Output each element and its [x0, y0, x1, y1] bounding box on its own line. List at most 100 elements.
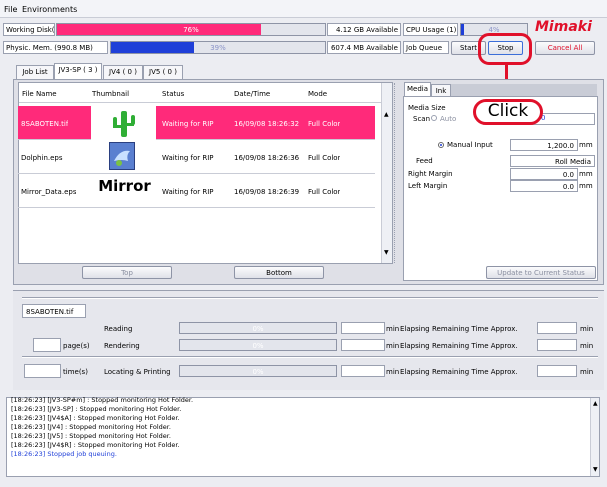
locating-min2-label: min — [580, 368, 594, 376]
left-margin-value[interactable]: 0.0 — [510, 180, 578, 192]
auto-radio[interactable] — [431, 115, 437, 121]
manual-input-label: Manual Input — [447, 141, 493, 149]
physical-memory-bar: 39% — [110, 41, 326, 54]
row-datetime: 16/09/08 18:26:36 — [234, 154, 300, 162]
row-mode: Full Color — [308, 120, 341, 128]
log-scroll-down-icon[interactable]: ▼ — [593, 466, 598, 473]
rendering-label: Rendering — [104, 342, 140, 350]
feed-value[interactable]: Roll Media — [510, 155, 595, 167]
row-status: Waiting for RIP — [162, 188, 214, 196]
row-file: Mirror_Data.eps — [21, 188, 77, 196]
header-datetime[interactable]: Date/Time — [234, 90, 270, 98]
locating-elapsing-label: Elapsing — [400, 368, 430, 376]
header-status[interactable]: Status — [162, 90, 184, 98]
locating-percent: 0% — [252, 368, 264, 376]
row-mode: Full Color — [308, 154, 341, 162]
rendering-progress: 0% — [179, 339, 337, 351]
update-current-status-button[interactable]: Update to Current Status — [486, 266, 596, 279]
log-line: [18:26:23] [JV3-SP#m] : Stopped monitori… — [11, 396, 194, 404]
locating-printing-label: Locating & Printing — [104, 368, 171, 376]
log-line: [18:26:23] [JV4$R] : Stopped monitoring … — [11, 441, 180, 449]
menu-file[interactable]: File — [4, 5, 17, 14]
table-scrollbar[interactable]: ▲ ▼ — [381, 83, 392, 263]
menu-bar: File Environments — [0, 0, 607, 18]
bottom-button[interactable]: Bottom — [234, 266, 324, 279]
reading-min2-label: min — [580, 325, 594, 333]
cpu-usage-label: CPU Usage (1) — [403, 23, 458, 36]
reading-elapsed-field — [341, 322, 385, 334]
times-unit: time(s) — [63, 368, 88, 376]
reading-min-label: min — [386, 325, 400, 333]
tab-ink[interactable]: Ink — [431, 84, 451, 96]
manual-input-radio[interactable] — [438, 142, 444, 148]
log-line: [18:26:23] [JV4] : Stopped monitoring Ho… — [11, 423, 171, 431]
reading-progress: 0% — [179, 322, 337, 334]
tab-media[interactable]: Media — [404, 82, 431, 96]
log-scroll-up-icon[interactable]: ▲ — [593, 400, 598, 407]
menu-environments[interactable]: Environments — [22, 5, 77, 14]
progress-file-name: 8SABOTEN.tif — [22, 304, 86, 318]
app-window: File Environments Working Disk(C:) 76% 4… — [0, 0, 607, 487]
header-file-name[interactable]: File Name — [22, 90, 57, 98]
scroll-down-icon[interactable]: ▼ — [384, 249, 389, 256]
tab-jv4[interactable]: JV4 ( 0 ) — [103, 65, 143, 79]
working-disk-percent: 76% — [183, 26, 199, 34]
reading-elapsing-label: Elapsing — [400, 325, 430, 333]
physical-memory-percent: 39% — [210, 44, 226, 52]
right-margin-unit: mm — [579, 170, 593, 178]
rendering-remaining-field — [537, 339, 577, 351]
scroll-up-icon[interactable]: ▲ — [384, 111, 389, 118]
right-margin-label: Right Margin — [408, 170, 453, 178]
left-margin-unit: mm — [579, 182, 593, 190]
working-disk-bar: 76% — [56, 23, 326, 36]
working-disk-available: 4.12 GB Available — [327, 23, 401, 36]
header-mode[interactable]: Mode — [308, 90, 327, 98]
click-callout: Click — [473, 99, 543, 125]
reading-remaining-label: Remaining Time Approx. — [432, 325, 518, 333]
row-file: 8SABOTEN.tif — [21, 120, 69, 128]
auto-label: Auto — [440, 115, 457, 123]
log-line: [18:26:23] [JV3-SP] : Stopped monitoring… — [11, 405, 182, 413]
mimaki-logo: Mimaki — [535, 19, 592, 35]
reading-remaining-field — [537, 322, 577, 334]
header-thumbnail[interactable]: Thumbnail — [92, 90, 129, 98]
log-panel[interactable]: [18:26:23] [JV3-SP#m] : Stopped monitori… — [6, 396, 600, 477]
physical-memory-available: 607.4 MB Available — [327, 41, 401, 54]
tab-jv5[interactable]: JV5 ( 0 ) — [143, 65, 183, 79]
rendering-elapsed-field — [341, 339, 385, 351]
tab-jv3-sp[interactable]: JV3-SP ( 3 ) — [54, 63, 102, 79]
times-field — [24, 364, 61, 378]
locating-remaining-field — [537, 365, 577, 377]
log-line: [18:26:23] [JV5] : Stopped monitoring Ho… — [11, 432, 171, 440]
thumbnail-dolphin — [109, 142, 135, 170]
top-button[interactable]: Top — [82, 266, 172, 279]
right-margin-value[interactable]: 0.0 — [510, 168, 578, 180]
tab-strip-filler — [451, 84, 597, 96]
rendering-remaining-label: Remaining Time Approx. — [432, 342, 518, 350]
table-row[interactable]: Dolphin.eps Waiting for RIP 16/09/08 18:… — [18, 140, 375, 174]
row-status: Waiting for RIP — [162, 154, 214, 162]
log-line: [18:26:23] [JV4$A] : Stopped monitoring … — [11, 414, 180, 422]
manual-input-value[interactable]: 1,200.0 — [510, 139, 578, 151]
physical-memory-label: Physic. Mem. (990.8 MB) — [3, 41, 108, 54]
cactus-icon — [113, 111, 135, 137]
row-datetime: 16/09/08 18:26:32 — [234, 120, 300, 128]
scan-label: Scan — [413, 115, 431, 123]
log-scrollbar[interactable]: ▲ ▼ — [590, 398, 599, 476]
table-row[interactable]: Mirror_Data.eps Waiting for RIP 16/09/08… — [18, 174, 375, 208]
row-file: Dolphin.eps — [21, 154, 63, 162]
rendering-percent: 0% — [252, 342, 264, 350]
tab-job-list[interactable]: Job List — [16, 65, 54, 79]
job-queue-label: Job Queue — [403, 41, 449, 54]
dolphin-icon — [114, 150, 130, 166]
cancel-all-button[interactable]: Cancel All — [535, 41, 595, 55]
row-datetime: 16/09/08 18:26:39 — [234, 188, 300, 196]
splitter[interactable] — [394, 83, 399, 263]
thumbnail-cactus — [91, 106, 156, 140]
thumbnail-mirror: Mirror — [98, 177, 151, 195]
table-row[interactable]: 8SABOTEN.tif Waiting for RIP 16/09/08 18… — [18, 106, 375, 140]
progress-divider-mid — [22, 356, 598, 358]
locating-progress: 0% — [179, 365, 337, 377]
rendering-min-label: min — [386, 342, 400, 350]
rendering-min2-label: min — [580, 342, 594, 350]
